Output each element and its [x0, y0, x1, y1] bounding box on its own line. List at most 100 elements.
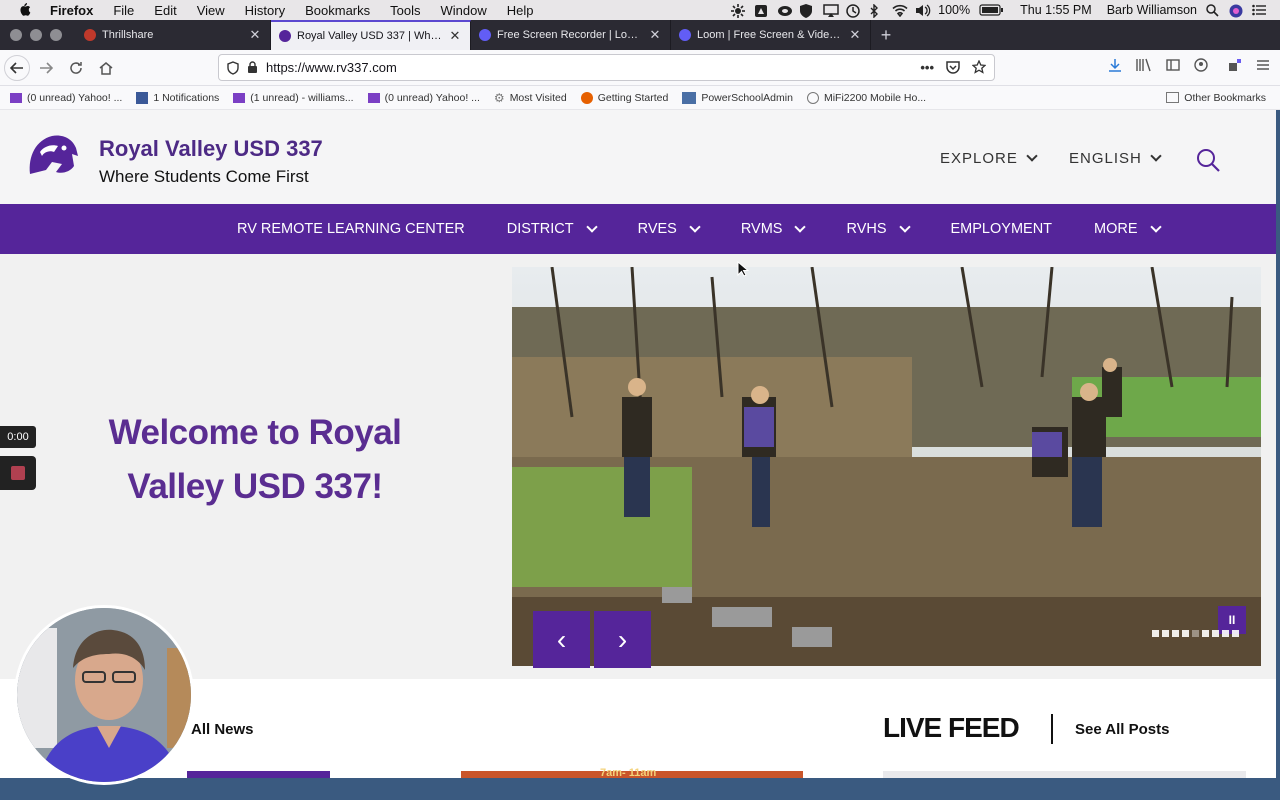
loom-status-icon[interactable] [731, 4, 746, 18]
tab-loom-recorder[interactable]: Free Screen Recorder | Loom ✕ [471, 20, 671, 50]
tab-loom-video[interactable]: Loom | Free Screen & Video Re ✕ [671, 20, 871, 50]
slide-dot[interactable] [1152, 630, 1159, 637]
search-icon[interactable] [1195, 147, 1221, 173]
close-tab-icon[interactable]: ✕ [448, 28, 462, 44]
library-icon[interactable] [1136, 58, 1152, 72]
slide-dot[interactable] [1212, 630, 1219, 637]
new-tab-button[interactable]: + [871, 20, 901, 50]
menu-file[interactable]: File [103, 3, 144, 18]
drive-icon[interactable] [754, 4, 768, 17]
tab-royal-valley[interactable]: Royal Valley USD 337 | Where St ✕ [271, 20, 471, 50]
time-machine-icon[interactable] [846, 4, 860, 18]
bookmark-star-icon[interactable] [972, 60, 986, 74]
stop-icon [11, 466, 25, 480]
slide-next-button[interactable]: › [594, 611, 651, 668]
menu-help[interactable]: Help [497, 3, 544, 18]
explore-dropdown[interactable]: EXPLORE [940, 150, 1038, 167]
hamburger-menu-icon[interactable] [1256, 58, 1270, 72]
bookmark-facebook[interactable]: 1 Notifications [136, 91, 219, 104]
all-news-link[interactable]: All News [191, 721, 254, 738]
airplay-icon[interactable] [823, 4, 839, 17]
webcam-bubble[interactable] [14, 605, 194, 785]
nav-rvhs[interactable]: RVHS [846, 220, 911, 237]
slide-dot[interactable] [1202, 630, 1209, 637]
bookmark-yahoo-mail-1[interactable]: (0 unread) Yahoo! ... [10, 92, 122, 104]
menu-view[interactable]: View [187, 3, 235, 18]
forward-button[interactable] [32, 54, 60, 82]
pocket-icon[interactable] [946, 60, 960, 74]
sidebar-icon[interactable] [1166, 58, 1180, 72]
nav-district[interactable]: DISTRICT [507, 220, 598, 237]
slide-dot[interactable] [1162, 630, 1169, 637]
divider [1051, 714, 1053, 744]
close-window-button[interactable] [10, 29, 22, 41]
menu-window[interactable]: Window [431, 3, 497, 18]
url-bar[interactable]: https://www.rv337.com ••• [218, 54, 995, 81]
minimize-window-button[interactable] [30, 29, 42, 41]
wifi-icon[interactable] [892, 4, 908, 18]
downloads-icon[interactable] [1108, 58, 1122, 72]
back-button[interactable] [4, 54, 30, 81]
slide-dot[interactable] [1172, 630, 1179, 637]
bookmark-yahoo-mail-2[interactable]: (1 unread) - williams... [233, 92, 354, 104]
close-tab-icon[interactable]: ✕ [248, 27, 262, 43]
slide-prev-button[interactable]: ‹ [533, 611, 590, 668]
presenter-video-icon [17, 608, 191, 782]
bookmark-mifi[interactable]: MiFi2200 Mobile Ho... [806, 91, 926, 104]
notification-center-icon[interactable] [1252, 4, 1266, 16]
royal-valley-logo-icon[interactable] [22, 126, 84, 188]
reload-button[interactable] [62, 54, 90, 82]
menu-tools[interactable]: Tools [380, 3, 430, 18]
spotlight-search-icon[interactable] [1206, 4, 1220, 17]
menu-edit[interactable]: Edit [144, 3, 186, 18]
language-dropdown[interactable]: ENGLISH [1069, 150, 1162, 167]
creative-cloud-icon[interactable] [777, 4, 793, 16]
slide-dot[interactable] [1232, 630, 1239, 637]
nav-rves[interactable]: RVES [638, 220, 701, 237]
clock[interactable]: Thu 1:55 PM [1020, 3, 1092, 17]
bookmark-powerschool[interactable]: PowerSchoolAdmin [682, 91, 793, 104]
user-name[interactable]: Barb Williamson [1107, 3, 1197, 17]
home-button[interactable] [92, 54, 120, 82]
close-tab-icon[interactable]: ✕ [648, 27, 662, 43]
bookmark-other-folder[interactable]: Other Bookmarks [1166, 92, 1280, 104]
lock-icon[interactable] [247, 61, 258, 74]
chevron-right-icon: › [617, 623, 628, 655]
nav-employment[interactable]: EMPLOYMENT [951, 221, 1053, 237]
close-tab-icon[interactable]: ✕ [848, 27, 862, 43]
slide-dot[interactable] [1222, 630, 1229, 637]
siri-icon[interactable] [1229, 4, 1243, 18]
nav-remote-learning[interactable]: RV REMOTE LEARNING CENTER [237, 221, 465, 237]
see-all-posts-link[interactable]: See All Posts [1075, 721, 1169, 738]
tab-thrillshare[interactable]: Thrillshare ✕ [76, 20, 271, 50]
tracking-shield-icon[interactable] [227, 60, 239, 75]
nav-label: MORE [1094, 221, 1138, 237]
nav-more[interactable]: MORE [1094, 220, 1162, 237]
mail-icon [10, 92, 22, 103]
bluetooth-icon[interactable] [869, 3, 883, 19]
menu-bookmarks[interactable]: Bookmarks [295, 3, 380, 18]
bookmark-getting-started[interactable]: Getting Started [580, 91, 668, 104]
zoom-window-button[interactable] [50, 29, 62, 41]
slide-dot[interactable] [1182, 630, 1189, 637]
brand-title[interactable]: Royal Valley USD 337 [99, 136, 323, 162]
apple-icon[interactable] [16, 2, 32, 19]
page-actions-icon[interactable]: ••• [920, 60, 934, 75]
account-icon[interactable] [1194, 58, 1208, 72]
hero-slide-image [512, 267, 1261, 666]
menu-history[interactable]: History [235, 3, 295, 18]
live-feed-card[interactable] [883, 771, 1246, 778]
extensions-icon[interactable] [1228, 58, 1242, 72]
battery-icon[interactable] [979, 4, 1004, 16]
shield-icon[interactable] [800, 4, 814, 18]
menu-app-name[interactable]: Firefox [40, 3, 103, 18]
volume-icon[interactable] [915, 4, 931, 17]
nav-rvms[interactable]: RVMS [741, 220, 807, 237]
news-thumbnail[interactable] [187, 771, 330, 778]
url-text[interactable]: https://www.rv337.com [266, 60, 912, 75]
chevron-left-icon: ‹ [556, 623, 567, 655]
bookmark-most-visited[interactable]: ⚙ Most Visited [494, 91, 567, 105]
stop-recording-button[interactable] [0, 456, 36, 490]
bookmark-yahoo-mail-3[interactable]: (0 unread) Yahoo! ... [367, 92, 480, 104]
slide-dot[interactable] [1192, 630, 1199, 637]
